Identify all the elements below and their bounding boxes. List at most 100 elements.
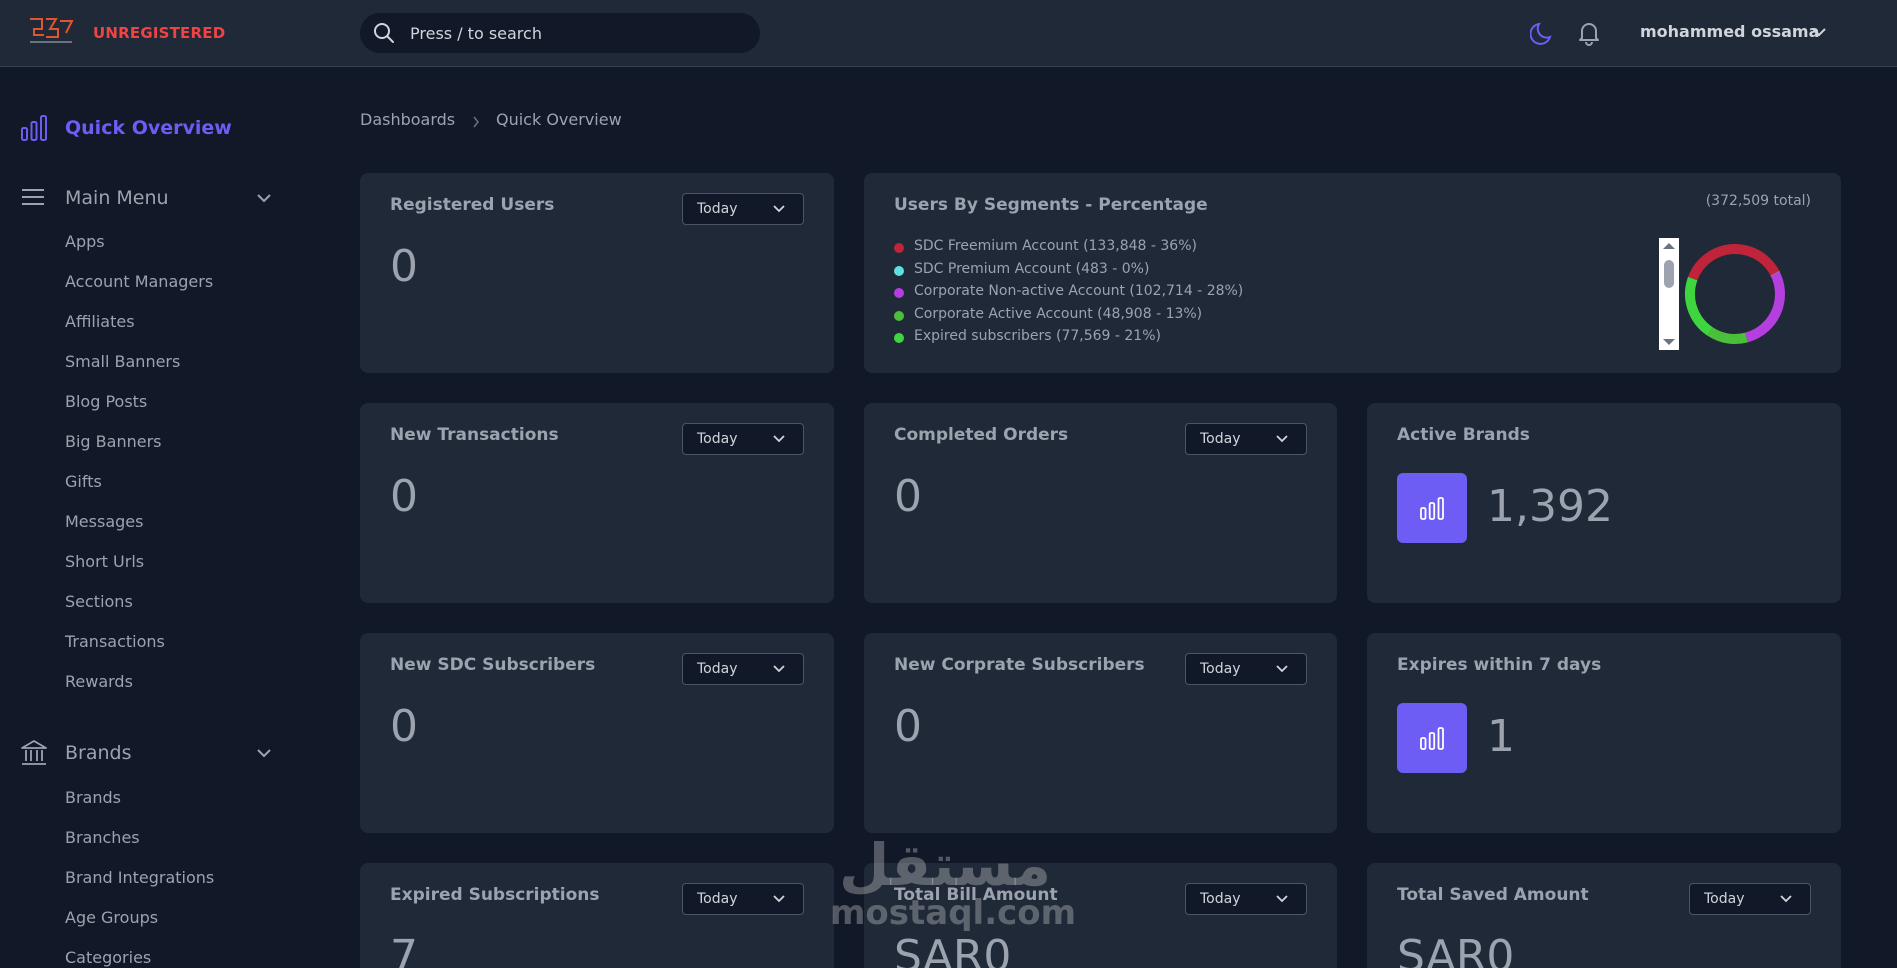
- chevron-right-icon: [473, 116, 479, 128]
- sidebar-item-categories[interactable]: Categories: [65, 948, 151, 967]
- dark-mode-toggle-icon[interactable]: [1530, 20, 1556, 46]
- sidebar-item-transactions[interactable]: Transactions: [65, 632, 165, 651]
- dropdown-value: Today: [1200, 661, 1241, 677]
- donut-slice[interactable]: [1679, 238, 1791, 350]
- dropdown-value: Today: [697, 661, 738, 677]
- period-filter-dropdown[interactable]: Today: [1689, 883, 1811, 915]
- search-bar[interactable]: [360, 13, 760, 53]
- legend-dot: [894, 288, 904, 299]
- sidebar-item-label: Quick Overview: [65, 117, 232, 139]
- card-title: Completed Orders: [894, 425, 1069, 445]
- sidebar-item-brand-integrations[interactable]: Brand Integrations: [65, 868, 214, 887]
- card-title: Total Saved Amount: [1397, 885, 1589, 905]
- period-filter-dropdown[interactable]: Today: [1185, 423, 1307, 455]
- chevron-down-icon: [1276, 435, 1288, 443]
- sidebar-item-messages[interactable]: Messages: [65, 512, 143, 531]
- legend-label: Corporate Non-active Account (102,714 - …: [914, 283, 1244, 300]
- legend-item[interactable]: SDC Premium Account (483 - 0%): [894, 261, 1243, 284]
- donut-slice[interactable]: [1679, 238, 1791, 350]
- stat-value: SAR0: [1397, 931, 1515, 968]
- period-filter-dropdown[interactable]: Today: [682, 193, 804, 225]
- card-active-brands: Active Brands 1,392: [1367, 403, 1841, 603]
- dropdown-value: Today: [1704, 891, 1745, 907]
- bank-building-icon: [21, 740, 47, 765]
- legend-dot: [894, 265, 904, 276]
- period-filter-dropdown[interactable]: Today: [682, 653, 804, 685]
- search-input[interactable]: [410, 13, 740, 53]
- scroll-up-arrow-icon[interactable]: [1659, 240, 1679, 252]
- legend-item[interactable]: Corporate Non-active Account (102,714 - …: [894, 283, 1243, 306]
- card-new-sdc-subscribers: New SDC Subscribers Today 0: [360, 633, 834, 833]
- sidebar-item-gifts[interactable]: Gifts: [65, 472, 102, 491]
- sidebar-item-rewards[interactable]: Rewards: [65, 672, 133, 691]
- stat-icon-box: [1397, 703, 1467, 773]
- card-title: Users By Segments - Percentage: [894, 195, 1208, 215]
- scrollbar-thumb[interactable]: [1664, 260, 1674, 288]
- sidebar-item-apps[interactable]: Apps: [65, 232, 105, 251]
- stat-value: 7: [390, 931, 418, 968]
- legend-label: Corporate Active Account (48,908 - 13%): [914, 305, 1203, 322]
- bar-chart-icon: [21, 115, 47, 141]
- chevron-down-icon: [1276, 665, 1288, 673]
- segments-legend: SDC Freemium Account (133,848 - 36%) SDC…: [894, 238, 1243, 351]
- stat-value: 1: [1487, 711, 1515, 762]
- notifications-bell-icon[interactable]: [1576, 20, 1602, 46]
- donut-slice[interactable]: [1679, 238, 1791, 350]
- card-completed-orders: Completed Orders Today 0: [864, 403, 1337, 603]
- sidebar-item-sections[interactable]: Sections: [65, 592, 133, 611]
- watermark: مستقل mostaql.com: [830, 831, 1076, 931]
- card-total-saved-amount: Total Saved Amount Today SAR0: [1367, 863, 1841, 968]
- donut-slice[interactable]: [1679, 238, 1791, 350]
- sidebar-item-brands[interactable]: Brands: [65, 788, 121, 807]
- sidebar-item-branches[interactable]: Branches: [65, 828, 140, 847]
- card-new-corprate-subscribers: New Corprate Subscribers Today 0: [864, 633, 1337, 833]
- dropdown-value: Today: [697, 201, 738, 217]
- chevron-down-icon: [1780, 895, 1792, 903]
- period-filter-dropdown[interactable]: Today: [682, 423, 804, 455]
- segments-donut-chart: [1679, 238, 1791, 350]
- registration-status: UNREGISTERED: [93, 24, 226, 42]
- legend-item[interactable]: Corporate Active Account (48,908 - 13%): [894, 306, 1243, 329]
- chevron-down-icon[interactable]: [1812, 27, 1826, 37]
- legend-dot: [894, 333, 904, 344]
- breadcrumb-dashboards[interactable]: Dashboards: [360, 110, 455, 129]
- legend-item[interactable]: Expired subscribers (77,569 - 21%): [894, 328, 1243, 351]
- sidebar-item-affiliates[interactable]: Affiliates: [65, 312, 135, 331]
- legend-label: SDC Premium Account (483 - 0%): [914, 260, 1150, 277]
- sidebar-item-blog-posts[interactable]: Blog Posts: [65, 392, 147, 411]
- period-filter-dropdown[interactable]: Today: [682, 883, 804, 915]
- stat-value: 0: [390, 701, 418, 752]
- chevron-down-icon[interactable]: [257, 193, 271, 203]
- sidebar-item-small-banners[interactable]: Small Banners: [65, 352, 180, 371]
- legend-item[interactable]: SDC Freemium Account (133,848 - 36%): [894, 238, 1243, 261]
- period-filter-dropdown[interactable]: Today: [1185, 883, 1307, 915]
- scroll-down-arrow-icon[interactable]: [1659, 336, 1679, 348]
- watermark-arabic: مستقل: [838, 831, 1052, 899]
- bar-chart-icon: [1420, 727, 1444, 750]
- top-bar: UNREGISTERED mohammed ossama: [0, 0, 1897, 67]
- sidebar-item-age-groups[interactable]: Age Groups: [65, 908, 158, 927]
- card-title: New Corprate Subscribers: [894, 655, 1145, 675]
- dropdown-value: Today: [1200, 431, 1241, 447]
- sidebar-item-short-urls[interactable]: Short Urls: [65, 552, 144, 571]
- segments-total: (372,509 total): [1705, 193, 1811, 209]
- sidebar-section-main-menu[interactable]: Main Menu: [20, 184, 280, 214]
- chevron-down-icon[interactable]: [257, 748, 271, 758]
- donut-slice[interactable]: [1679, 238, 1791, 350]
- dropdown-value: Today: [697, 891, 738, 907]
- sidebar-section-brands[interactable]: Brands: [20, 739, 280, 769]
- sidebar-section-label: Main Menu: [65, 187, 169, 209]
- period-filter-dropdown[interactable]: Today: [1185, 653, 1307, 685]
- card-title: New SDC Subscribers: [390, 655, 596, 675]
- sidebar-item-big-banners[interactable]: Big Banners: [65, 432, 161, 451]
- stat-icon-box: [1397, 473, 1467, 543]
- sidebar-item-account-managers[interactable]: Account Managers: [65, 272, 213, 291]
- sidebar: Quick Overview Main Menu Apps Account Ma…: [0, 67, 300, 968]
- user-menu[interactable]: mohammed ossama: [1640, 22, 1819, 41]
- bar-chart-icon: [1420, 497, 1444, 520]
- legend-scrollbar[interactable]: [1659, 238, 1679, 350]
- logo-icon[interactable]: [28, 17, 74, 49]
- stat-value: 0: [390, 471, 418, 522]
- stat-value: 0: [894, 701, 922, 752]
- sidebar-item-quick-overview[interactable]: Quick Overview: [20, 114, 280, 144]
